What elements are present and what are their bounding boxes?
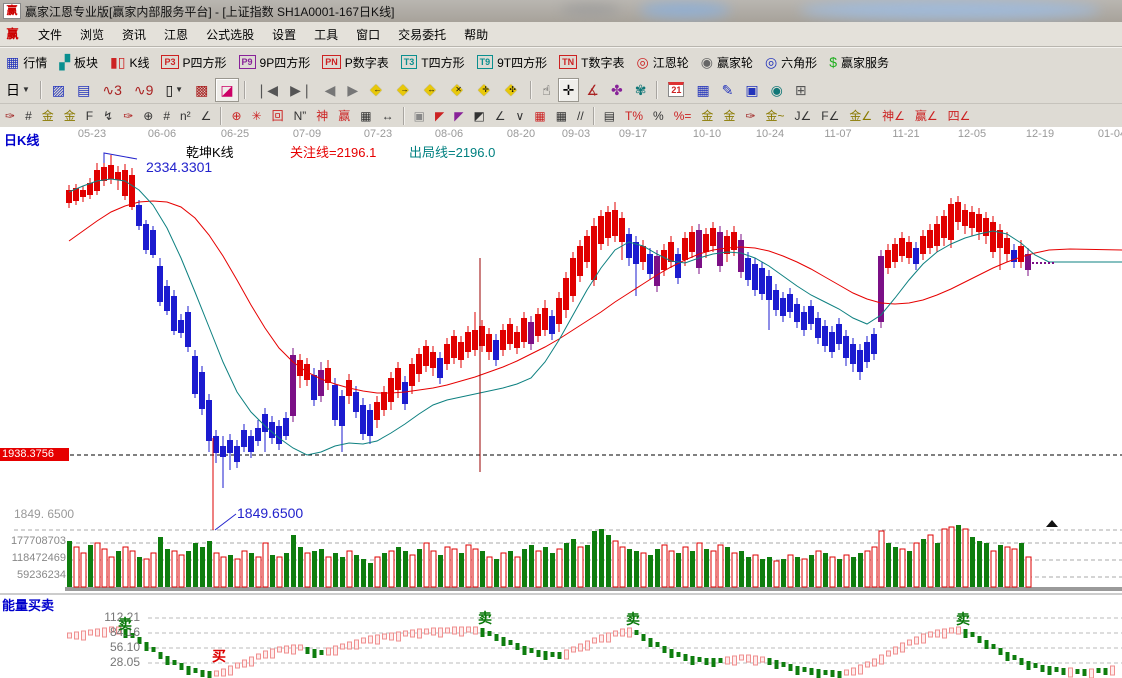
low-price-annotation: 1849.6500 — [237, 505, 304, 521]
signal-buy-marker: 买 — [212, 648, 226, 664]
signal-sell-marker: 卖 — [478, 610, 492, 626]
volume-scale-1: 177708703 — [10, 535, 66, 547]
app-window: { "window": { "logo": "赢", "title": "赢家江… — [0, 0, 1122, 678]
exit-line-label: 出局线=2196.0 — [409, 145, 496, 160]
signal-sell-marker: 卖 — [118, 616, 132, 632]
signal-sell-marker: 卖 — [956, 611, 970, 627]
period-label: 日K线 — [4, 133, 40, 148]
indicator-title: 能量买卖 — [2, 598, 55, 613]
watch-line-label: 关注线=2196.1 — [290, 145, 377, 160]
indicator-scale-4: 28.05 — [109, 655, 140, 669]
alert-price-badge: 1938.3756 — [0, 448, 69, 461]
kline-chart-canvas[interactable] — [0, 0, 1122, 678]
indicator-scale-3: 56.10 — [109, 640, 140, 654]
volume-scale-3: 59236234 — [17, 569, 66, 581]
volume-scale-2: 118472469 — [11, 552, 66, 564]
peak-price-label: 2334.3301 — [146, 159, 213, 175]
signal-sell-marker: 卖 — [626, 611, 640, 627]
low-price-left-label: 1849. 6500 — [14, 507, 75, 521]
